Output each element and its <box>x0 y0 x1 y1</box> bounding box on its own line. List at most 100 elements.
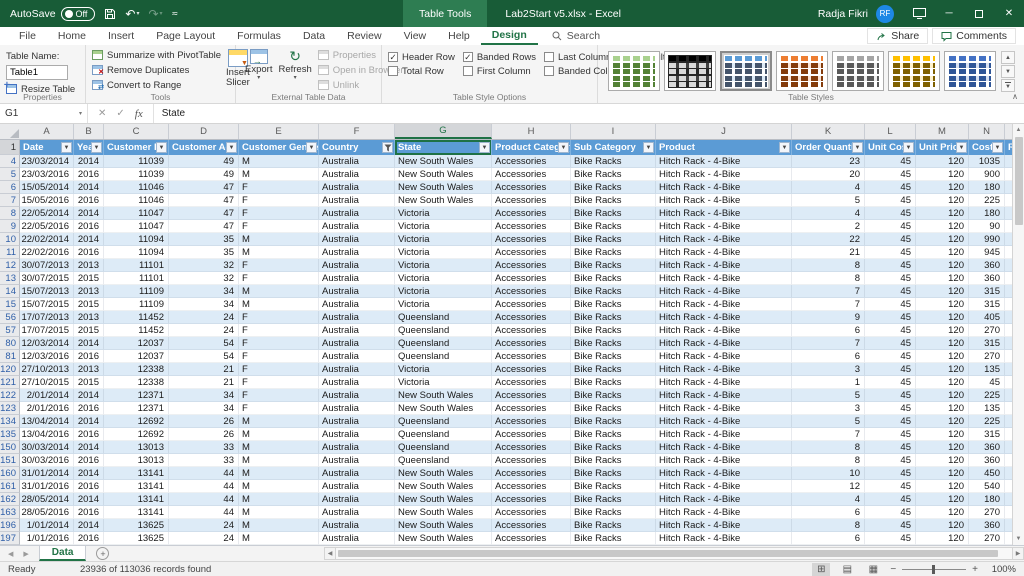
cell-I120[interactable]: Bike Racks <box>571 363 656 376</box>
cell-C57[interactable]: 11452 <box>104 324 169 337</box>
cell-J81[interactable]: Hitch Rack - 4-Bike <box>656 350 792 363</box>
cell-M57[interactable]: 120 <box>916 324 969 337</box>
zoom-in-button[interactable]: + <box>972 564 978 575</box>
col-header-K[interactable]: K <box>792 124 865 139</box>
col-header-M[interactable]: M <box>916 124 969 139</box>
cell-I196[interactable]: Bike Racks <box>571 519 656 532</box>
cell-H5[interactable]: Accessories <box>492 168 571 181</box>
cell-E56[interactable]: F <box>239 311 319 324</box>
row-header-8[interactable]: 8 <box>0 207 20 220</box>
cell-D162[interactable]: 44 <box>169 493 239 506</box>
cell-F14[interactable]: Australia <box>319 285 395 298</box>
cell-D151[interactable]: 33 <box>169 454 239 467</box>
cell-M56[interactable]: 120 <box>916 311 969 324</box>
cell-D6[interactable]: 47 <box>169 181 239 194</box>
cell-A13[interactable]: 30/07/2015 <box>20 272 74 285</box>
cell-M123[interactable]: 120 <box>916 402 969 415</box>
cell-L161[interactable]: 45 <box>865 480 916 493</box>
horizontal-scrollbar[interactable]: ◀ ▶ <box>324 547 1024 560</box>
row-header-9[interactable]: 9 <box>0 220 20 233</box>
horizontal-scrollbar-thumb[interactable] <box>338 550 998 557</box>
cell-E123[interactable]: F <box>239 402 319 415</box>
cell-B197[interactable]: 2016 <box>74 532 104 545</box>
cell-L135[interactable]: 45 <box>865 428 916 441</box>
cell-C6[interactable]: 11046 <box>104 181 169 194</box>
cell-M162[interactable]: 120 <box>916 493 969 506</box>
cell-L7[interactable]: 45 <box>865 194 916 207</box>
cell-M151[interactable]: 120 <box>916 454 969 467</box>
table-style-dark-black[interactable] <box>664 51 716 91</box>
cell-K10[interactable]: 22 <box>792 233 865 246</box>
cell-N7[interactable]: 225 <box>969 194 1005 207</box>
cell-K81[interactable]: 6 <box>792 350 865 363</box>
cell-H160[interactable]: Accessories <box>492 467 571 480</box>
header-cell-country[interactable]: Country <box>319 140 395 155</box>
row-header-1[interactable]: 1 <box>0 140 20 155</box>
cell-C15[interactable]: 11109 <box>104 298 169 311</box>
row-header-121[interactable]: 121 <box>0 376 20 389</box>
cell-A8[interactable]: 22/05/2014 <box>20 207 74 220</box>
row-header-10[interactable]: 10 <box>0 233 20 246</box>
cell-B9[interactable]: 2016 <box>74 220 104 233</box>
filter-dropdown-icon[interactable]: ▼ <box>61 142 72 153</box>
cell-D13[interactable]: 32 <box>169 272 239 285</box>
cell-D56[interactable]: 24 <box>169 311 239 324</box>
cell-E5[interactable]: M <box>239 168 319 181</box>
cell-E12[interactable]: F <box>239 259 319 272</box>
cell-B14[interactable]: 2013 <box>74 285 104 298</box>
cell-G160[interactable]: New South Wales <box>395 467 492 480</box>
cell-B135[interactable]: 2016 <box>74 428 104 441</box>
cell-K7[interactable]: 5 <box>792 194 865 207</box>
cell-I134[interactable]: Bike Racks <box>571 415 656 428</box>
new-sheet-button[interactable]: + <box>96 547 109 560</box>
row-header-13[interactable]: 13 <box>0 272 20 285</box>
cell-A197[interactable]: 1/01/2016 <box>20 532 74 545</box>
cell-G6[interactable]: New South Wales <box>395 181 492 194</box>
vertical-scrollbar-thumb[interactable] <box>1015 137 1023 225</box>
cell-F6[interactable]: Australia <box>319 181 395 194</box>
sheet-nav-right-icon[interactable]: ▶ <box>23 550 28 558</box>
cell-D160[interactable]: 44 <box>169 467 239 480</box>
cell-L11[interactable]: 45 <box>865 246 916 259</box>
cell-D12[interactable]: 32 <box>169 259 239 272</box>
cell-F9[interactable]: Australia <box>319 220 395 233</box>
cell-H161[interactable]: Accessories <box>492 480 571 493</box>
undo-button[interactable]: ↶▾ <box>125 8 139 20</box>
cell-D135[interactable]: 26 <box>169 428 239 441</box>
cancel-formula-icon[interactable]: ✕ <box>98 108 106 119</box>
cell-G162[interactable]: New South Wales <box>395 493 492 506</box>
cell-J7[interactable]: Hitch Rack - 4-Bike <box>656 194 792 207</box>
cell-F5[interactable]: Australia <box>319 168 395 181</box>
name-box-dropdown-icon[interactable]: ▾ <box>79 110 82 117</box>
cell-D7[interactable]: 47 <box>169 194 239 207</box>
cell-L134[interactable]: 45 <box>865 415 916 428</box>
row-header-151[interactable]: 151 <box>0 454 20 467</box>
vertical-scrollbar[interactable]: ▲ ▼ <box>1012 124 1024 545</box>
header-cell-order-quantity[interactable]: Order Quantity▼ <box>792 140 865 155</box>
cell-K151[interactable]: 8 <box>792 454 865 467</box>
row-header-12[interactable]: 12 <box>0 259 20 272</box>
cell-J197[interactable]: Hitch Rack - 4-Bike <box>656 532 792 545</box>
cell-B150[interactable]: 2014 <box>74 441 104 454</box>
filter-dropdown-icon[interactable]: ▼ <box>992 142 1003 153</box>
cell-M134[interactable]: 120 <box>916 415 969 428</box>
row-header-134[interactable]: 134 <box>0 415 20 428</box>
tab-insert[interactable]: Insert <box>97 27 145 45</box>
cell-L122[interactable]: 45 <box>865 389 916 402</box>
cell-G161[interactable]: New South Wales <box>395 480 492 493</box>
cell-F11[interactable]: Australia <box>319 246 395 259</box>
cell-M11[interactable]: 120 <box>916 246 969 259</box>
cell-B123[interactable]: 2016 <box>74 402 104 415</box>
cell-N123[interactable]: 135 <box>969 402 1005 415</box>
cell-C160[interactable]: 13141 <box>104 467 169 480</box>
cell-N150[interactable]: 360 <box>969 441 1005 454</box>
cell-N9[interactable]: 90 <box>969 220 1005 233</box>
header-cell-customer-age[interactable]: Customer Age▼ <box>169 140 239 155</box>
cell-A11[interactable]: 22/02/2016 <box>20 246 74 259</box>
cell-M135[interactable]: 120 <box>916 428 969 441</box>
cell-G80[interactable]: Queensland <box>395 337 492 350</box>
cell-F121[interactable]: Australia <box>319 376 395 389</box>
cell-I6[interactable]: Bike Racks <box>571 181 656 194</box>
cell-J160[interactable]: Hitch Rack - 4-Bike <box>656 467 792 480</box>
cell-N5[interactable]: 900 <box>969 168 1005 181</box>
